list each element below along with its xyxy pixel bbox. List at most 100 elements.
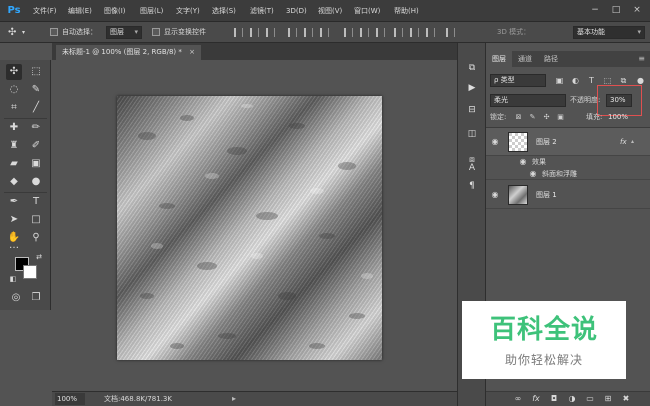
layer-row-layer-2[interactable]: ◉ 图层 2 fx ▴ xyxy=(486,128,650,156)
layer-row-layer-1[interactable]: ◉ 图层 1 xyxy=(486,181,650,209)
actions-play-icon[interactable]: ▶ xyxy=(465,81,479,95)
align-right-icon[interactable] xyxy=(320,28,329,37)
eye-icon[interactable]: ◉ xyxy=(518,157,528,167)
dodge-icon[interactable]: ● xyxy=(28,174,44,190)
brush-icon[interactable]: ✏ xyxy=(28,120,44,136)
eye-icon[interactable]: ◉ xyxy=(490,137,500,147)
zoom-level-field[interactable]: 100% xyxy=(55,393,85,405)
screen-mode-icon[interactable]: ❐ xyxy=(28,290,44,306)
new-group-icon[interactable]: ▭ xyxy=(584,393,596,405)
clone-stamp-icon[interactable]: ♜ xyxy=(6,138,22,154)
minimize-button[interactable]: − xyxy=(588,4,602,17)
menu-image[interactable]: 图像(I) xyxy=(104,4,126,18)
tab-layers[interactable]: 图层 xyxy=(486,51,512,67)
auto-select-checkbox[interactable] xyxy=(50,28,58,36)
lasso-icon[interactable]: ◌ xyxy=(6,82,22,98)
lock-position-icon[interactable]: ✣ xyxy=(542,112,551,123)
align-left-icon[interactable] xyxy=(288,28,297,37)
more-tools-icon[interactable]: … xyxy=(6,240,22,252)
tab-channels[interactable]: 通道 xyxy=(512,51,538,67)
eraser-icon[interactable]: ▰ xyxy=(6,156,22,172)
menu-edit[interactable]: 编辑(E) xyxy=(68,4,92,18)
quick-select-icon[interactable]: ✎ xyxy=(28,82,44,98)
show-transform-checkbox[interactable] xyxy=(152,28,160,36)
layer-name[interactable]: 图层 2 xyxy=(536,137,557,147)
layer-filter-dropdown[interactable]: ρ 类型 xyxy=(490,74,546,87)
delete-layer-icon[interactable]: ✖ xyxy=(620,393,632,405)
adjustment-filter-icon[interactable]: ◐ xyxy=(570,74,581,87)
rectangle-shape-icon[interactable]: □ xyxy=(28,212,44,228)
type-icon[interactable]: T xyxy=(28,194,44,210)
distribute-top-icon[interactable] xyxy=(344,28,353,37)
menu-file[interactable]: 文件(F) xyxy=(33,4,57,18)
crop-icon[interactable]: ⌗ xyxy=(6,100,22,116)
panel-menu-icon[interactable]: ≡ xyxy=(638,51,645,67)
marquee-icon[interactable]: ⬚ xyxy=(28,64,44,80)
type-filter-icon[interactable]: T xyxy=(586,74,597,87)
align-top-icon[interactable] xyxy=(234,28,243,37)
blend-mode-dropdown[interactable]: 柔光 xyxy=(490,94,566,107)
pen-icon[interactable]: ✒ xyxy=(6,194,22,210)
quick-mask-icon[interactable]: ◎ xyxy=(8,290,24,306)
menu-3d[interactable]: 3D(D) xyxy=(286,4,307,18)
gradient-icon[interactable]: ▣ xyxy=(28,156,44,172)
align-middle-icon[interactable] xyxy=(250,28,259,37)
tab-paths[interactable]: 路径 xyxy=(538,51,564,67)
menu-select[interactable]: 选择(S) xyxy=(212,4,236,18)
background-color-swatch[interactable] xyxy=(23,265,37,279)
lock-transparent-icon[interactable]: ⊠ xyxy=(514,112,523,123)
menu-type[interactable]: 文字(Y) xyxy=(176,4,200,18)
pixel-filter-icon[interactable]: ▣ xyxy=(554,74,565,87)
lock-pixels-icon[interactable]: ✎ xyxy=(528,112,537,123)
distribute-center-icon[interactable] xyxy=(410,28,419,37)
effects-row[interactable]: ◉ 效果 xyxy=(486,156,650,168)
eye-icon[interactable]: ◉ xyxy=(490,190,500,200)
add-mask-icon[interactable]: ◘ xyxy=(548,393,560,405)
eyedropper-icon[interactable]: ╱ xyxy=(28,100,44,116)
distribute-left-icon[interactable] xyxy=(394,28,403,37)
eye-icon[interactable]: ◉ xyxy=(528,169,538,179)
distribute-middle-icon[interactable] xyxy=(360,28,369,37)
auto-select-dropdown[interactable]: 图层 ▾ xyxy=(106,26,142,39)
menu-window[interactable]: 窗口(W) xyxy=(354,4,380,18)
menu-layer[interactable]: 图层(L) xyxy=(140,4,163,18)
path-selection-icon[interactable]: ➤ xyxy=(6,212,22,228)
menu-help[interactable]: 帮助(H) xyxy=(394,4,419,18)
swap-colors-icon[interactable]: ⇄ xyxy=(34,252,44,262)
new-layer-icon[interactable]: ⊞ xyxy=(602,393,614,405)
blur-icon[interactable]: ◆ xyxy=(6,174,22,190)
lock-all-icon[interactable]: ▣ xyxy=(556,112,565,123)
paragraph-panel-icon[interactable]: ¶ xyxy=(465,179,479,193)
chevron-up-icon[interactable]: ▴ xyxy=(631,137,634,147)
align-center-icon[interactable] xyxy=(304,28,313,37)
menu-filter[interactable]: 滤镜(T) xyxy=(250,4,274,18)
move-tool-preset-icon[interactable]: ✣ xyxy=(8,26,16,39)
effect-item-bevel-emboss[interactable]: ◉ 斜面和浮雕 xyxy=(486,168,650,180)
chevron-down-icon[interactable]: ▾ xyxy=(22,26,25,39)
default-colors-icon[interactable]: ◧ xyxy=(8,274,18,284)
add-style-icon[interactable]: fx xyxy=(530,393,542,405)
zoom-icon[interactable]: ⚲ xyxy=(28,230,44,246)
close-icon[interactable]: × xyxy=(189,48,195,56)
fill-input[interactable]: 100% xyxy=(608,112,628,123)
character-panel-icon[interactable]: A xyxy=(465,161,479,175)
link-layers-icon[interactable]: ∞ xyxy=(512,393,524,405)
document-canvas[interactable] xyxy=(117,96,382,360)
history-brush-icon[interactable]: ✐ xyxy=(28,138,44,154)
workspace-dropdown[interactable]: 基本功能 ▾ xyxy=(573,26,645,39)
layer-name[interactable]: 图层 1 xyxy=(536,190,557,200)
document-tab[interactable]: 未标题-1 @ 100% (图层 2, RGB/8) * × xyxy=(56,45,201,60)
move-icon[interactable]: ✣ xyxy=(6,64,22,80)
adjustments-panel-icon[interactable]: ⊟ xyxy=(465,103,479,117)
healing-brush-icon[interactable]: ✚ xyxy=(6,120,22,136)
auto-align-icon[interactable] xyxy=(446,28,455,37)
restore-button[interactable]: □ xyxy=(609,4,623,17)
history-panel-icon[interactable]: ⧉ xyxy=(465,61,479,75)
align-bottom-icon[interactable] xyxy=(266,28,275,37)
distribute-right-icon[interactable] xyxy=(426,28,435,37)
menu-view[interactable]: 视图(V) xyxy=(318,4,342,18)
close-button[interactable]: × xyxy=(630,4,644,17)
new-adjustment-icon[interactable]: ◑ xyxy=(566,393,578,405)
status-menu-arrow-icon[interactable]: ▸ xyxy=(232,393,236,405)
distribute-bottom-icon[interactable] xyxy=(376,28,385,37)
